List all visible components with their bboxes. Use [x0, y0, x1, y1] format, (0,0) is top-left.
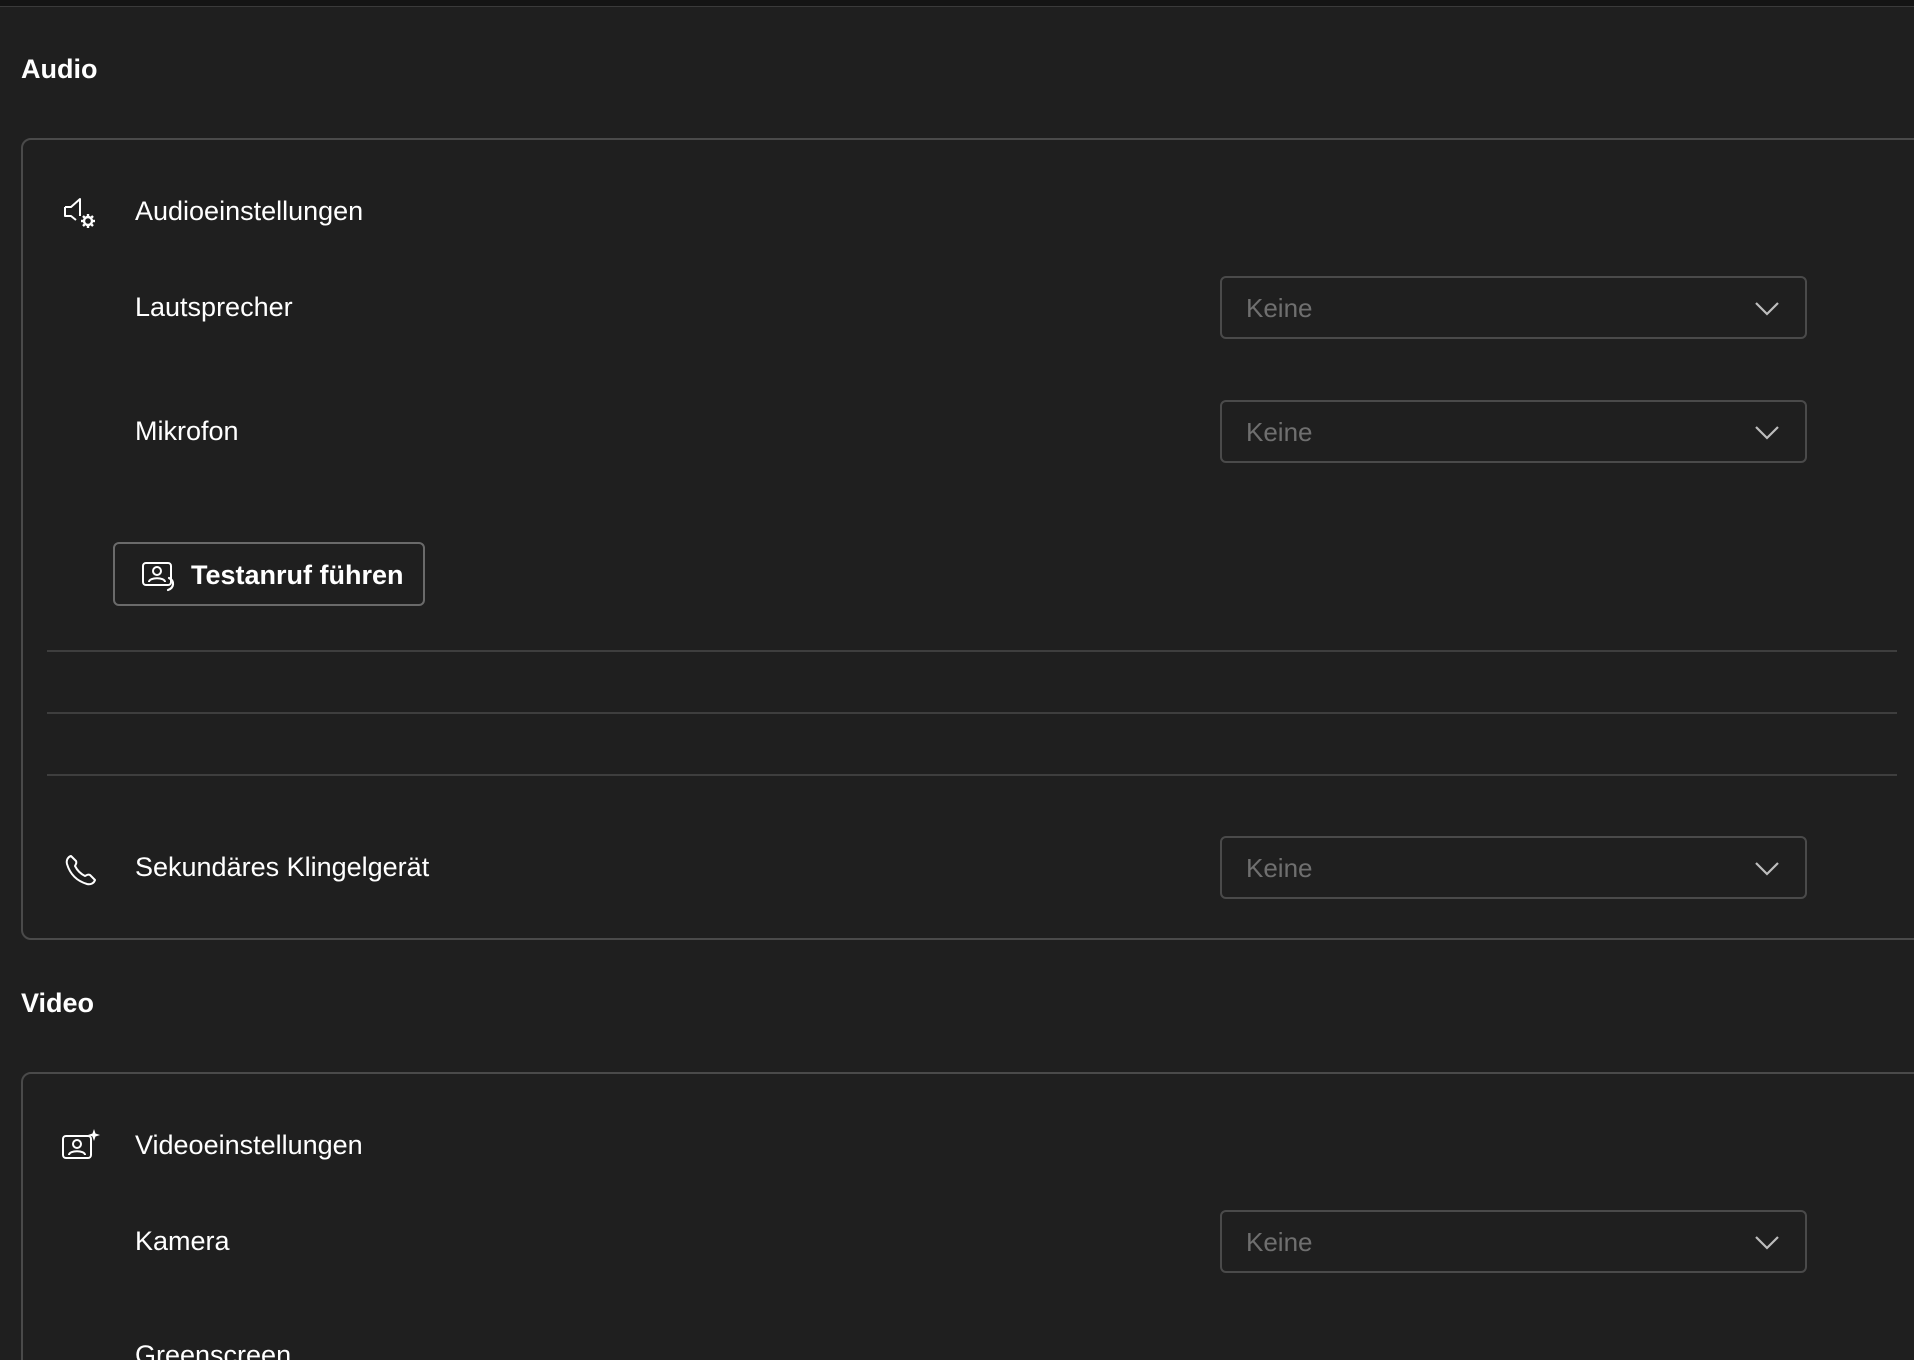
divider: [47, 650, 1897, 652]
test-call-button[interactable]: Testanruf führen: [113, 542, 425, 606]
chevron-down-icon: [1755, 426, 1779, 440]
secondary-ringer-dropdown-value: Keine: [1246, 853, 1313, 883]
video-settings-title: Videoeinstellungen: [135, 1130, 363, 1160]
divider: [47, 712, 1897, 714]
microphone-label: Mikrofon: [135, 416, 239, 446]
chevron-down-icon: [1755, 302, 1779, 316]
chevron-down-icon: [1755, 1236, 1779, 1250]
secondary-ringer-dropdown[interactable]: Keine: [1220, 836, 1807, 899]
audio-settings-title: Audioeinstellungen: [135, 196, 364, 226]
settings-page: Audio Audioeinstellungen Lautsprecher Ke…: [0, 0, 1914, 1360]
secondary-ringer-label: Sekundäres Klingelgerät: [135, 852, 430, 882]
video-settings-card: Videoeinstellungen Kamera Keine Greenscr…: [21, 1072, 1914, 1360]
video-person-sparkle-icon: [62, 1129, 100, 1159]
chevron-down-icon: [1755, 862, 1779, 876]
top-divider: [0, 0, 1914, 7]
video-person-call-icon: [142, 562, 175, 592]
speaker-label: Lautsprecher: [135, 292, 293, 322]
greenscreen-label: Greenscreen: [135, 1340, 292, 1360]
speaker-dropdown-value: Keine: [1246, 293, 1313, 323]
test-call-button-label: Testanruf führen: [191, 560, 404, 590]
speaker-settings-icon: [64, 198, 95, 228]
camera-dropdown[interactable]: Keine: [1220, 1210, 1807, 1273]
camera-dropdown-value: Keine: [1246, 1227, 1313, 1257]
audio-settings-card: Audioeinstellungen Lautsprecher Keine Mi…: [21, 138, 1914, 940]
video-section-heading: Video: [21, 988, 95, 1018]
camera-label: Kamera: [135, 1226, 230, 1256]
microphone-dropdown-value: Keine: [1246, 417, 1313, 447]
speaker-dropdown[interactable]: Keine: [1220, 276, 1807, 339]
microphone-dropdown[interactable]: Keine: [1220, 400, 1807, 463]
audio-section-heading: Audio: [21, 54, 98, 84]
phone-icon: [65, 855, 96, 886]
divider: [47, 774, 1897, 776]
